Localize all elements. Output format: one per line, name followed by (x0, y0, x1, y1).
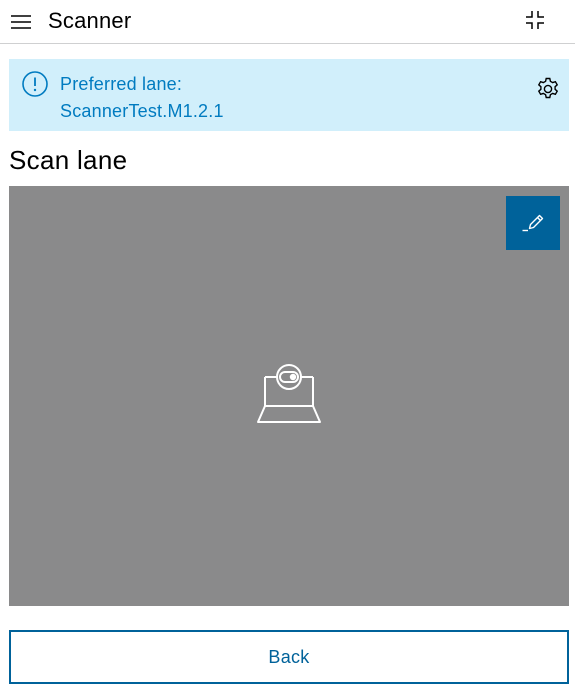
preferred-lane-value: ScannerTest.M1.2.1 (60, 101, 224, 121)
notice-label: Preferred lane: (60, 74, 183, 94)
edit-button[interactable] (506, 196, 560, 250)
back-button[interactable]: Back (9, 630, 569, 684)
info-exclamation-icon (22, 71, 48, 97)
collapse-button[interactable] (521, 6, 549, 34)
app-title: Scanner (48, 8, 132, 33)
settings-button[interactable] (535, 76, 561, 102)
webcam-icon (257, 364, 321, 423)
hamburger-menu-icon (11, 15, 31, 29)
app-header: Scanner (0, 0, 575, 44)
scan-lane-heading: Scan lane (9, 145, 128, 175)
collapse-icon (526, 11, 544, 29)
preferred-lane-notice: Preferred lane: ScannerTest.M1.2.1 (9, 59, 569, 131)
pencil-edit-icon (522, 214, 544, 232)
gear-icon (537, 77, 559, 99)
camera-preview (9, 186, 569, 606)
notice-text: Preferred lane: ScannerTest.M1.2.1 (60, 71, 224, 125)
menu-button[interactable] (8, 11, 34, 33)
